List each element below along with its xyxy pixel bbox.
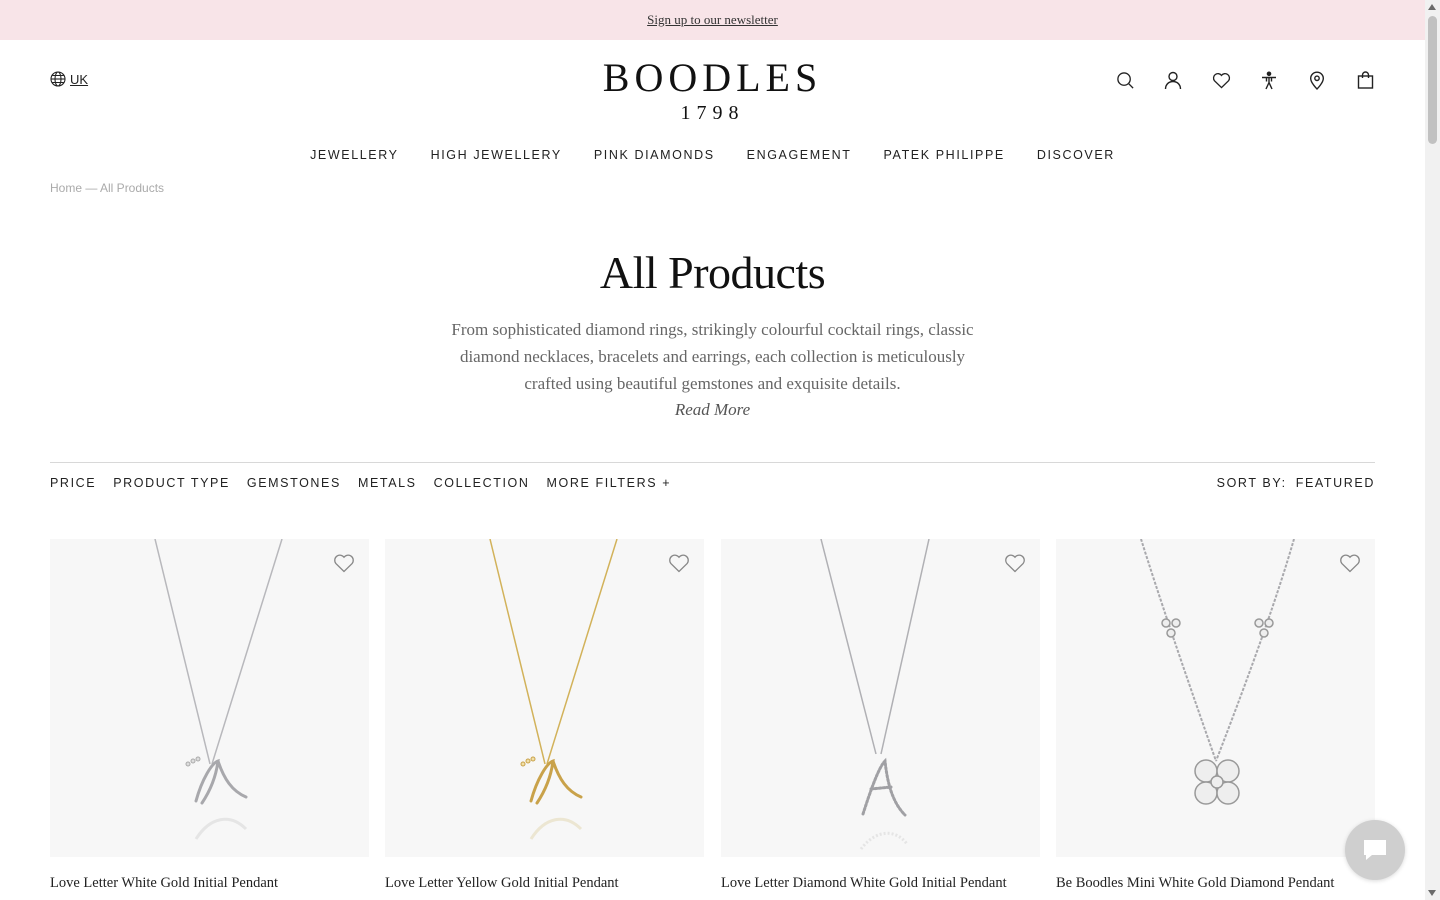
sort-value: FEATURED bbox=[1295, 476, 1375, 490]
scroll-down-arrow[interactable] bbox=[1428, 890, 1436, 896]
nav-item-pink-diamonds[interactable]: PINK DIAMONDS bbox=[578, 148, 731, 162]
product-image[interactable] bbox=[1056, 539, 1375, 857]
sort-label: SORT BY: bbox=[1216, 476, 1287, 490]
nav-item-engagement[interactable]: ENGAGEMENT bbox=[731, 148, 868, 162]
brand-logo[interactable]: BOODLES 1798 bbox=[0, 58, 1425, 125]
product-name[interactable]: Be Boodles Mini White Gold Diamond Penda… bbox=[1056, 875, 1375, 892]
read-more-link[interactable]: Read More bbox=[0, 400, 1425, 420]
nav-item-jewellery[interactable]: JEWELLERY bbox=[294, 148, 415, 162]
store-locator-button[interactable] bbox=[1307, 70, 1327, 90]
brand-year: 1798 bbox=[680, 102, 745, 124]
product-card[interactable]: Love Letter Yellow Gold Initial Pendant bbox=[385, 539, 704, 892]
wishlist-heart-icon[interactable] bbox=[1004, 553, 1026, 573]
newsletter-banner: Sign up to our newsletter bbox=[0, 0, 1425, 40]
filter-metals[interactable]: METALS bbox=[358, 476, 417, 490]
filter-bar: PRICE PRODUCT TYPE GEMSTONES METALS COLL… bbox=[50, 476, 671, 490]
site-header: UK BOODLES 1798 bbox=[0, 40, 1425, 140]
product-name[interactable]: Love Letter White Gold Initial Pendant bbox=[50, 875, 369, 892]
product-image[interactable] bbox=[721, 539, 1040, 857]
account-button[interactable] bbox=[1163, 70, 1183, 90]
search-icon bbox=[1116, 71, 1134, 89]
account-icon bbox=[1164, 71, 1182, 89]
wishlist-heart-icon[interactable] bbox=[668, 553, 690, 573]
product-image[interactable] bbox=[385, 539, 704, 857]
pendant-necklace-image bbox=[1140, 539, 1295, 805]
filter-more[interactable]: MORE FILTERS + bbox=[547, 476, 672, 490]
location-pin-icon bbox=[1309, 71, 1325, 90]
filter-price[interactable]: PRICE bbox=[50, 476, 96, 490]
main-nav: JEWELLERY HIGH JEWELLERY PINK DIAMONDS E… bbox=[0, 148, 1425, 162]
product-name[interactable]: Love Letter Diamond White Gold Initial P… bbox=[721, 875, 1040, 892]
page-title: All Products bbox=[599, 247, 826, 298]
product-card[interactable]: Be Boodles Mini White Gold Diamond Penda… bbox=[1056, 539, 1375, 892]
pendant-necklace-image bbox=[820, 539, 930, 850]
filter-product-type[interactable]: PRODUCT TYPE bbox=[113, 476, 230, 490]
pendant-necklace-image bbox=[489, 539, 618, 840]
nav-item-discover[interactable]: DISCOVER bbox=[1021, 148, 1131, 162]
product-image[interactable] bbox=[50, 539, 369, 857]
filter-divider bbox=[50, 462, 1375, 463]
pendant-necklace-image bbox=[154, 539, 283, 840]
shopping-bag-icon bbox=[1357, 71, 1373, 89]
scroll-thumb[interactable] bbox=[1428, 16, 1437, 144]
accessibility-icon bbox=[1262, 70, 1276, 89]
product-name[interactable]: Love Letter Yellow Gold Initial Pendant bbox=[385, 875, 704, 892]
header-icons bbox=[1115, 70, 1375, 90]
bag-button[interactable] bbox=[1355, 70, 1375, 90]
nav-item-high-jewellery[interactable]: HIGH JEWELLERY bbox=[415, 148, 578, 162]
page-description: From sophisticated diamond rings, striki… bbox=[451, 320, 974, 393]
scroll-up-arrow[interactable] bbox=[1428, 4, 1436, 10]
chat-bubble-icon bbox=[1364, 840, 1386, 860]
sort-dropdown[interactable]: SORT BY: FEATURED bbox=[1217, 476, 1375, 490]
filter-collection[interactable]: COLLECTION bbox=[434, 476, 530, 490]
search-button[interactable] bbox=[1115, 70, 1135, 90]
product-card[interactable]: Love Letter White Gold Initial Pendant bbox=[50, 539, 369, 892]
accessibility-button[interactable] bbox=[1259, 70, 1279, 90]
breadcrumb[interactable]: Home — All Products bbox=[50, 181, 164, 195]
filter-gemstones[interactable]: GEMSTONES bbox=[247, 476, 341, 490]
nav-item-patek-philippe[interactable]: PATEK PHILIPPE bbox=[868, 148, 1021, 162]
wishlist-heart-icon[interactable] bbox=[333, 553, 355, 573]
newsletter-link[interactable]: Sign up to our newsletter bbox=[647, 12, 778, 28]
product-card[interactable]: Love Letter Diamond White Gold Initial P… bbox=[721, 539, 1040, 892]
chat-widget-button[interactable] bbox=[1345, 820, 1405, 880]
heart-icon bbox=[1212, 72, 1230, 89]
wishlist-button[interactable] bbox=[1211, 70, 1231, 90]
page-scrollbar[interactable] bbox=[1425, 0, 1440, 900]
wishlist-heart-icon[interactable] bbox=[1339, 553, 1361, 573]
